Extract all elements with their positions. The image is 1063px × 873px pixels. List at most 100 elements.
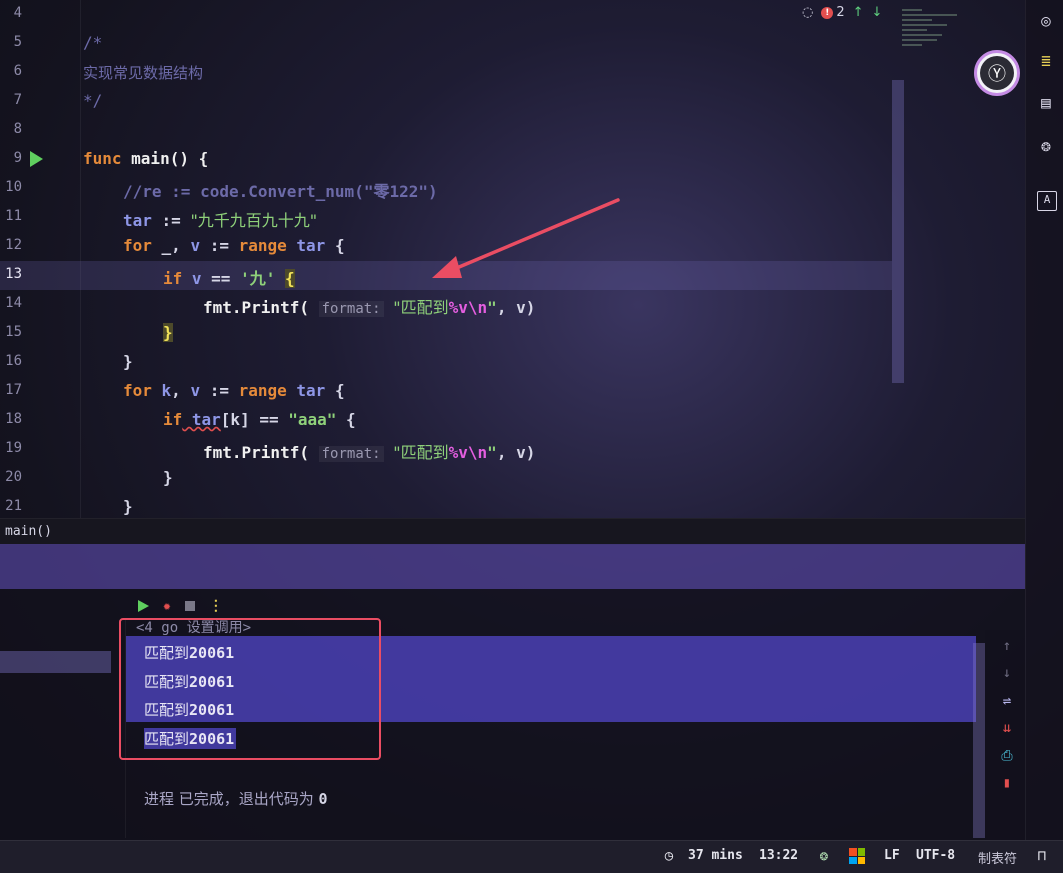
brace: {: [325, 236, 345, 255]
run-config-tab[interactable]: [0, 651, 111, 673]
code-line[interactable]: 21 }: [0, 493, 892, 518]
lock-icon[interactable]: ⊓: [1033, 847, 1051, 865]
stop-icon[interactable]: [184, 601, 195, 611]
function-call: fmt.Printf(: [203, 298, 309, 317]
scroll-up-icon[interactable]: ↑: [999, 638, 1015, 654]
run-gutter-icon[interactable]: [30, 151, 43, 167]
code-line[interactable]: 5 /*: [0, 29, 892, 58]
inspection-widget[interactable]: ◌ ! 2 ↑ ↓: [802, 5, 882, 20]
error-badge[interactable]: ! 2: [821, 5, 845, 20]
variable: v: [190, 381, 201, 400]
copilot-icon[interactable]: ❂: [1037, 137, 1055, 155]
line-number: 12: [5, 237, 22, 253]
code-line[interactable]: 16 }: [0, 348, 892, 377]
code-line[interactable]: 15 }: [0, 319, 892, 348]
parameter-hint: format:: [318, 301, 384, 317]
line-number: 14: [5, 295, 22, 311]
string-literal: "九千九百九十九": [190, 211, 318, 230]
file-encoding[interactable]: UTF-8: [916, 848, 955, 863]
operator: ==: [201, 269, 241, 288]
operator: ==: [249, 410, 289, 429]
scroll-down-icon[interactable]: ↓: [999, 665, 1015, 681]
database-icon[interactable]: ≣: [1037, 52, 1055, 70]
keyword: func: [83, 149, 122, 168]
code-line[interactable]: 10 //re := code.Convert_num("零122"): [0, 174, 892, 203]
string-literal: "匹配到: [393, 443, 449, 462]
console-scrollbar[interactable]: [973, 643, 985, 838]
caret-position[interactable]: 13:22: [759, 848, 798, 863]
variable: v: [190, 236, 201, 255]
avatar[interactable]: Ⓨ: [974, 50, 1020, 96]
minimap[interactable]: [902, 6, 972, 96]
tool-window-header: [0, 544, 1025, 589]
next-highlight-icon[interactable]: ↓: [872, 5, 883, 20]
previous-highlight-icon[interactable]: ↑: [853, 5, 864, 20]
arguments: , v): [496, 443, 536, 462]
scroll-to-end-icon[interactable]: ⇊: [999, 720, 1015, 736]
code-line[interactable]: 8: [0, 116, 892, 145]
code-line[interactable]: 11 tar := "九千九百九十九": [0, 203, 892, 232]
code-line[interactable]: 17 for k, v := range tar {: [0, 377, 892, 406]
code-line[interactable]: 4: [0, 0, 892, 29]
print-icon[interactable]: ⎙: [999, 748, 1015, 764]
notifications-icon[interactable]: ▤: [1037, 94, 1055, 112]
line-number: 16: [5, 353, 22, 369]
index-expression: [k]: [220, 410, 250, 429]
keyword: range: [238, 236, 287, 255]
line-number: 21: [5, 498, 22, 514]
status-bar: ◷ 37 mins 13:22 ❂ LF UTF-8 制表符 ⊓: [0, 840, 1063, 873]
line-ending[interactable]: LF: [884, 848, 900, 863]
line-number: 6: [13, 63, 22, 79]
breadcrumb-item[interactable]: main(): [5, 524, 52, 539]
windows-logo-icon[interactable]: [849, 848, 865, 864]
indent-setting[interactable]: 制表符: [978, 848, 1017, 867]
soft-wrap-icon[interactable]: ⇌: [999, 693, 1015, 709]
translate-icon[interactable]: A: [1037, 191, 1057, 211]
rerun-icon[interactable]: [138, 600, 149, 612]
string-literal: "aaa": [288, 410, 337, 429]
variable: v: [182, 269, 202, 288]
code-editor[interactable]: 4 5 /* 6 实现常见数据结构 7 */ 8 9 func main() {…: [0, 0, 1025, 518]
line-number: 20: [5, 469, 22, 485]
console-side-toolbar: ↑ ↓ ⇌ ⇊ ⎙ ▮: [985, 630, 1025, 840]
keyword: if: [163, 410, 183, 429]
keyword: for: [123, 381, 152, 400]
comment-close: */: [83, 91, 103, 110]
code-line[interactable]: 19 fmt.Printf( format: "匹配到%v\n", v): [0, 435, 892, 464]
variable: tar: [123, 211, 152, 230]
code-line[interactable]: 7 */: [0, 87, 892, 116]
trash-icon[interactable]: ▮: [999, 775, 1015, 791]
code-line[interactable]: 12 for _, v := range tar {: [0, 232, 892, 261]
string-literal: ": [487, 443, 497, 462]
line-number: 4: [13, 5, 22, 21]
breadcrumb[interactable]: main(): [0, 518, 1025, 545]
editor-scrollbar[interactable]: [892, 80, 904, 383]
line-number: 15: [5, 324, 22, 340]
line-number: 7: [13, 92, 22, 108]
format-verb: %v\n: [448, 443, 488, 462]
brace: }: [123, 497, 133, 516]
code-line[interactable]: 18 if tar[k] == "aaa" {: [0, 406, 892, 435]
code-line[interactable]: 9 func main() {: [0, 145, 892, 174]
more-options-icon[interactable]: ⋮: [209, 598, 223, 614]
clock-check-icon: ◷: [664, 848, 674, 864]
operator: :=: [200, 381, 239, 400]
ai-assistant-icon[interactable]: ◎: [1037, 12, 1055, 30]
string-literal: ": [487, 298, 497, 317]
copilot-status-icon[interactable]: ❂: [815, 847, 833, 865]
eye-off-icon[interactable]: ◌: [802, 5, 813, 20]
time-tracker[interactable]: 37 mins: [688, 848, 743, 863]
brace: }: [123, 352, 133, 371]
variable-with-error: tar: [182, 410, 221, 429]
code-line-current[interactable]: 13 if v == '九' {: [0, 261, 892, 290]
line-number: 11: [5, 208, 22, 224]
right-tool-window-bar: ◎ ≣ ▤ ❂ A: [1025, 0, 1063, 840]
keyword: if: [163, 269, 183, 288]
code-line[interactable]: 6 实现常见数据结构: [0, 58, 892, 87]
function-call: fmt.Printf(: [203, 443, 309, 462]
code-line[interactable]: 20 }: [0, 464, 892, 493]
parameter-hint: format:: [318, 446, 384, 462]
debug-icon[interactable]: ✹: [163, 599, 171, 614]
code-line[interactable]: 14 fmt.Printf( format: "匹配到%v\n", v): [0, 290, 892, 319]
variable: tar: [286, 381, 326, 400]
